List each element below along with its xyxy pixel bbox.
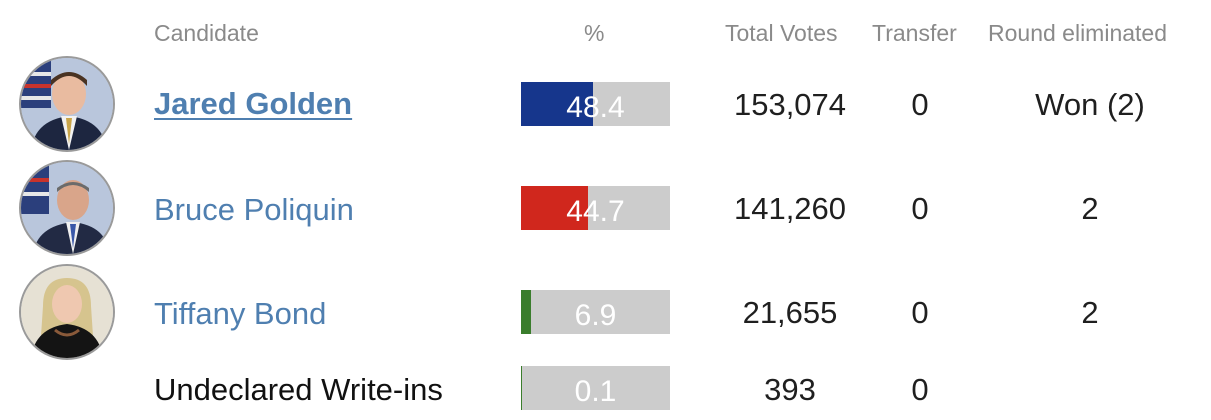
candidate-photo-bruce-poliquin bbox=[19, 160, 115, 256]
candidate-name: Undeclared Write-ins bbox=[154, 372, 443, 407]
percent-label: 0.1 bbox=[574, 375, 617, 408]
transfer-cell: 0 bbox=[911, 372, 929, 407]
candidate-name-link[interactable]: Bruce Poliquin bbox=[154, 190, 354, 230]
candidate-row: Tiffany Bond 6.9 21,655 0 2 bbox=[0, 262, 1211, 366]
candidate-photo-tiffany-bond bbox=[19, 264, 115, 360]
total-votes-cell: 141,260 bbox=[733, 191, 847, 226]
round-eliminated-cell: Won (2) bbox=[1035, 87, 1145, 122]
candidate-name-link[interactable]: Jared Golden bbox=[154, 84, 352, 124]
candidate-row: Bruce Poliquin 44.7 141,260 0 2 bbox=[0, 158, 1211, 262]
total-votes-cell: 393 bbox=[764, 372, 816, 407]
candidate-photo-jared-golden bbox=[19, 56, 115, 152]
header-round-eliminated: Round eliminated bbox=[988, 20, 1168, 46]
percent-label: 44.7 bbox=[566, 195, 625, 228]
header-percent: % bbox=[584, 20, 605, 46]
header-total-votes: Total Votes bbox=[725, 20, 838, 46]
candidate-name-link[interactable]: Tiffany Bond bbox=[154, 294, 326, 334]
transfer-cell: 0 bbox=[911, 295, 929, 330]
header-candidate: Candidate bbox=[154, 20, 259, 46]
total-votes-cell: 21,655 bbox=[742, 295, 838, 330]
percent-bar: 44.7 bbox=[521, 186, 670, 230]
percent-label: 48.4 bbox=[566, 91, 625, 124]
round-eliminated-cell: 2 bbox=[1081, 191, 1099, 226]
candidate-row: Jared Golden 48.4 153,074 0 Won (2) bbox=[0, 54, 1211, 158]
transfer-cell: 0 bbox=[911, 191, 929, 226]
header-transfer: Transfer bbox=[872, 20, 957, 46]
percent-bar: 6.9 bbox=[521, 290, 670, 334]
round-eliminated-cell: 2 bbox=[1081, 295, 1099, 330]
election-results-table: Candidate % Total Votes Transfer Round e… bbox=[0, 0, 1211, 420]
percent-bar: 48.4 bbox=[521, 82, 670, 126]
total-votes-cell: 153,074 bbox=[733, 87, 847, 122]
candidate-row: Undeclared Write-ins 0.1 393 0 bbox=[0, 366, 1211, 420]
percent-label: 6.9 bbox=[574, 299, 617, 332]
percent-bar: 0.1 bbox=[521, 366, 670, 410]
transfer-cell: 0 bbox=[911, 87, 929, 122]
